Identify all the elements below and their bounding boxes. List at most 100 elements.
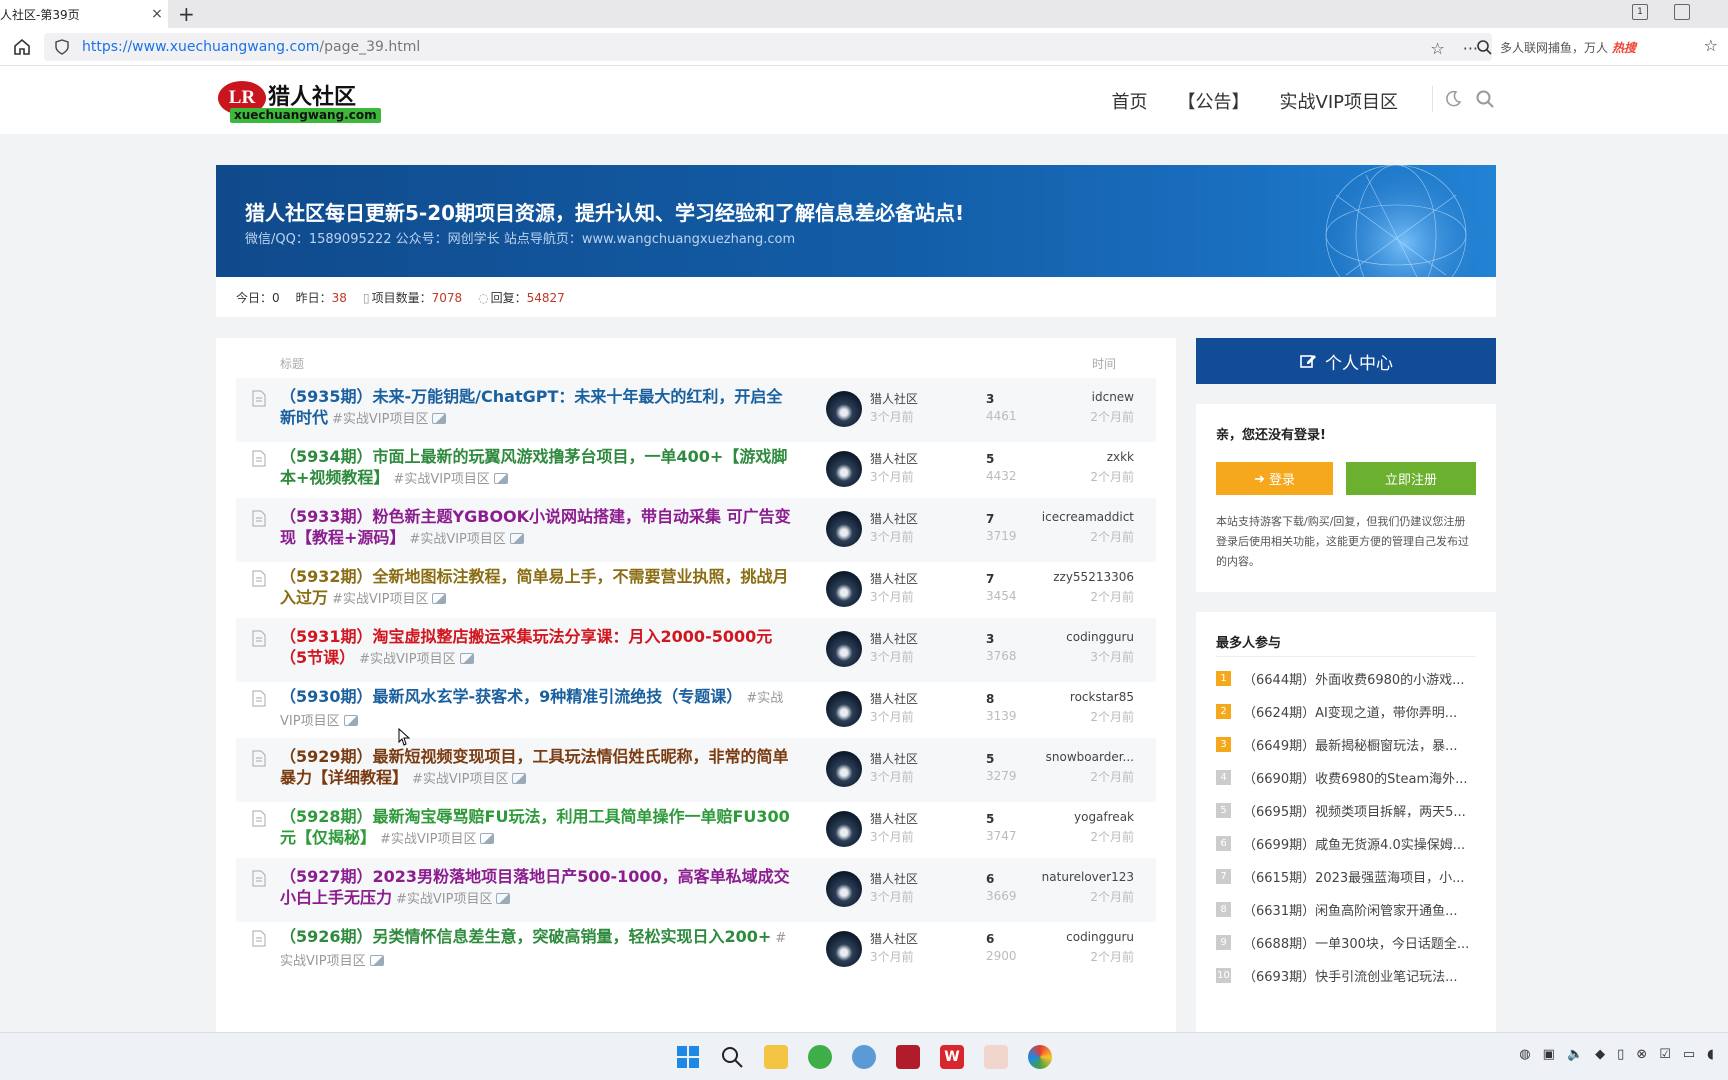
thread-title[interactable]: （5933期）粉色新主题YGBOOK小说网站搭建，带自动采集 可广告变现【教程+…: [280, 506, 796, 550]
close-tray-icon[interactable]: ⊗: [1636, 1047, 1647, 1062]
user-center-button[interactable]: 个人中心: [1196, 338, 1496, 384]
author-name[interactable]: 猎人社区: [870, 570, 918, 587]
display-icon[interactable]: ▭: [1683, 1047, 1695, 1062]
list-item[interactable]: 10 （6693期）快手引流创业笔记玩法...: [1216, 963, 1480, 987]
thread-tag[interactable]: #实战VIP项目区: [359, 652, 455, 667]
favorites-icon[interactable]: ☆: [1704, 36, 1718, 55]
last-reply-user[interactable]: rockstar85: [1070, 690, 1134, 704]
thread-title[interactable]: （5931期）淘宝虚拟整店搬运采集玩法分享课：月入2000-5000元（5节课）…: [280, 626, 796, 670]
avatar[interactable]: [826, 691, 862, 727]
avatar[interactable]: [826, 571, 862, 607]
wps-icon[interactable]: W: [940, 1045, 964, 1069]
file-explorer-icon[interactable]: [764, 1045, 788, 1069]
avatar[interactable]: [826, 391, 862, 427]
last-reply-user[interactable]: yogafreak: [1074, 810, 1134, 824]
author-name[interactable]: 猎人社区: [870, 630, 918, 647]
last-reply-user[interactable]: codingguru: [1066, 630, 1134, 644]
thread-title[interactable]: （5932期）全新地图标注教程，简单易上手，不需要营业执照，挑战月入过万 #实战V…: [280, 566, 796, 610]
table-row[interactable]: （5933期）粉色新主题YGBOOK小说网站搭建，带自动采集 可广告变现【教程+…: [236, 498, 1156, 562]
table-row[interactable]: （5930期）最新风水玄学-获客术，9种精准引流绝技（专题课） #实战VIP项目区…: [236, 678, 1156, 742]
table-row[interactable]: （5934期）市面上最新的玩翼风游戏撸茅台项目，一单400+【游戏脚本+视频教程…: [236, 438, 1156, 502]
register-button[interactable]: 立即注册: [1346, 462, 1476, 495]
nav-announcement[interactable]: 【公告】: [1178, 88, 1250, 114]
moon-icon[interactable]: [1443, 89, 1463, 109]
avatar[interactable]: [826, 811, 862, 847]
avatar[interactable]: [826, 931, 862, 967]
author-name[interactable]: 猎人社区: [870, 750, 918, 767]
table-row[interactable]: （5926期）另类情怀信息差生意，突破高销量，轻松实现日入200+ #实战VIP项…: [236, 918, 1156, 982]
table-row[interactable]: （5935期）未来-万能钥匙/ChatGPT：未来十年最大的红利，开启全新时代 #…: [236, 378, 1156, 442]
last-reply-user[interactable]: codingguru: [1066, 930, 1134, 944]
browser-tab[interactable]: 人社区-第39页 ×: [0, 0, 168, 28]
thread-tag[interactable]: #实战VIP项目区: [396, 892, 492, 907]
list-item[interactable]: 3 （6649期）最新揭秘橱窗玩法，暴...: [1216, 732, 1480, 756]
author-name[interactable]: 猎人社区: [870, 870, 918, 887]
last-reply-user[interactable]: icecreamaddict: [1042, 510, 1134, 524]
thread-title[interactable]: （5935期）未来-万能钥匙/ChatGPT：未来十年最大的红利，开启全新时代 #…: [280, 386, 796, 430]
list-item[interactable]: 1 （6644期）外面收费6980的小游戏...: [1216, 666, 1480, 690]
windows-start-icon[interactable]: [676, 1045, 700, 1069]
avatar[interactable]: [826, 751, 862, 787]
browser-app-icon[interactable]: [808, 1045, 832, 1069]
thread-title[interactable]: （5927期）2023男粉落地项目落地日产500-1000，高客单私域成交 小白…: [280, 866, 796, 910]
thread-tag[interactable]: #实战VIP项目区: [393, 472, 489, 487]
sidebar-toggle-icon[interactable]: [1674, 4, 1690, 20]
security-icon[interactable]: ◆: [1595, 1047, 1605, 1062]
list-item[interactable]: 5 （6695期）视频类项目拆解，两天5...: [1216, 798, 1480, 822]
thread-title[interactable]: （5930期）最新风水玄学-获客术，9种精准引流绝技（专题课） #实战VIP项目区: [280, 686, 796, 732]
browser-search-box[interactable]: 多人联网捕鱼，万人 热搜: [1476, 33, 1686, 61]
home-icon[interactable]: [12, 37, 32, 57]
avatar[interactable]: [826, 871, 862, 907]
last-reply-user[interactable]: zzy55213306: [1053, 570, 1134, 584]
presentation-app-icon[interactable]: [984, 1045, 1008, 1069]
thread-title[interactable]: （5926期）另类情怀信息差生意，突破高销量，轻松实现日入200+ #实战VIP项…: [280, 926, 796, 972]
new-tab-button[interactable]: +: [178, 2, 195, 26]
volume-icon[interactable]: 🔈: [1567, 1047, 1583, 1062]
network-icon[interactable]: ◍: [1519, 1047, 1530, 1062]
avatar[interactable]: [826, 511, 862, 547]
site-search-icon[interactable]: [1475, 89, 1495, 109]
checkbox-tray-icon[interactable]: ☑: [1659, 1047, 1671, 1062]
author-name[interactable]: 猎人社区: [870, 810, 918, 827]
photos-app-icon[interactable]: [852, 1045, 876, 1069]
site-logo[interactable]: LR 猎人社区 xuechuangwang.com: [218, 77, 381, 125]
nav-home[interactable]: 首页: [1112, 88, 1148, 114]
last-reply-user[interactable]: idcnew: [1092, 390, 1134, 404]
thread-tag[interactable]: #实战VIP项目区: [380, 832, 476, 847]
thread-title[interactable]: （5928期）最新淘宝辱骂赔FU玩法，利用工具简单操作一单赔FU300元【仅揭秘…: [280, 806, 796, 850]
app-tray-icon[interactable]: ▣: [1543, 1047, 1555, 1062]
table-row[interactable]: （5932期）全新地图标注教程，简单易上手，不需要营业执照，挑战月入过万 #实战V…: [236, 558, 1156, 622]
thread-tag[interactable]: #实战VIP项目区: [409, 532, 505, 547]
url-field[interactable]: https://www.xuechuangwang.com/page_39.ht…: [44, 33, 1492, 61]
author-name[interactable]: 猎人社区: [870, 690, 918, 707]
thread-tag[interactable]: #实战VIP项目区: [332, 412, 428, 427]
star-icon[interactable]: ☆: [1430, 39, 1444, 58]
thread-title[interactable]: （5934期）市面上最新的玩翼风游戏撸茅台项目，一单400+【游戏脚本+视频教程…: [280, 446, 796, 490]
login-button[interactable]: ➜ 登录: [1216, 462, 1333, 495]
table-row[interactable]: （5928期）最新淘宝辱骂赔FU玩法，利用工具简单操作一单赔FU300元【仅揭秘…: [236, 798, 1156, 862]
table-row[interactable]: （5929期）最新短视频变现项目，工具玩法情侣姓氏昵称，非常的简单暴力【详细教程…: [236, 738, 1156, 802]
media-app-icon[interactable]: [896, 1045, 920, 1069]
author-name[interactable]: 猎人社区: [870, 450, 918, 467]
table-row[interactable]: （5927期）2023男粉落地项目落地日产500-1000，高客单私域成交 小白…: [236, 858, 1156, 922]
thread-tag[interactable]: #实战VIP项目区: [412, 772, 508, 787]
tab-close-icon[interactable]: ×: [146, 6, 168, 22]
list-item[interactable]: 8 （6631期）闲鱼高阶闲管家开通鱼...: [1216, 897, 1480, 921]
author-name[interactable]: 猎人社区: [870, 930, 918, 947]
author-name[interactable]: 猎人社区: [870, 390, 918, 407]
tab-count-icon[interactable]: 1: [1632, 4, 1648, 20]
battery-icon[interactable]: ▯: [1617, 1047, 1624, 1062]
taskbar-search-icon[interactable]: [720, 1045, 744, 1069]
list-item[interactable]: 7 （6615期）2023最强蓝海项目，小...: [1216, 864, 1480, 888]
avatar[interactable]: [826, 631, 862, 667]
last-reply-user[interactable]: snowboarder...: [1046, 750, 1134, 764]
last-reply-user[interactable]: naturelover123: [1042, 870, 1134, 884]
table-row[interactable]: （5931期）淘宝虚拟整店搬运采集玩法分享课：月入2000-5000元（5节课）…: [236, 618, 1156, 682]
active-browser-icon[interactable]: [1028, 1045, 1052, 1069]
avatar[interactable]: [826, 451, 862, 487]
thread-tag[interactable]: #实战VIP项目区: [332, 592, 428, 607]
list-item[interactable]: 9 （6688期）一单300块，今日话题全...: [1216, 930, 1480, 954]
speaker-icon[interactable]: ◖: [1707, 1047, 1714, 1062]
list-item[interactable]: 6 （6699期）咸鱼无货源4.0实操保姆...: [1216, 831, 1480, 855]
list-item[interactable]: 4 （6690期）收费6980的Steam海外...: [1216, 765, 1480, 789]
